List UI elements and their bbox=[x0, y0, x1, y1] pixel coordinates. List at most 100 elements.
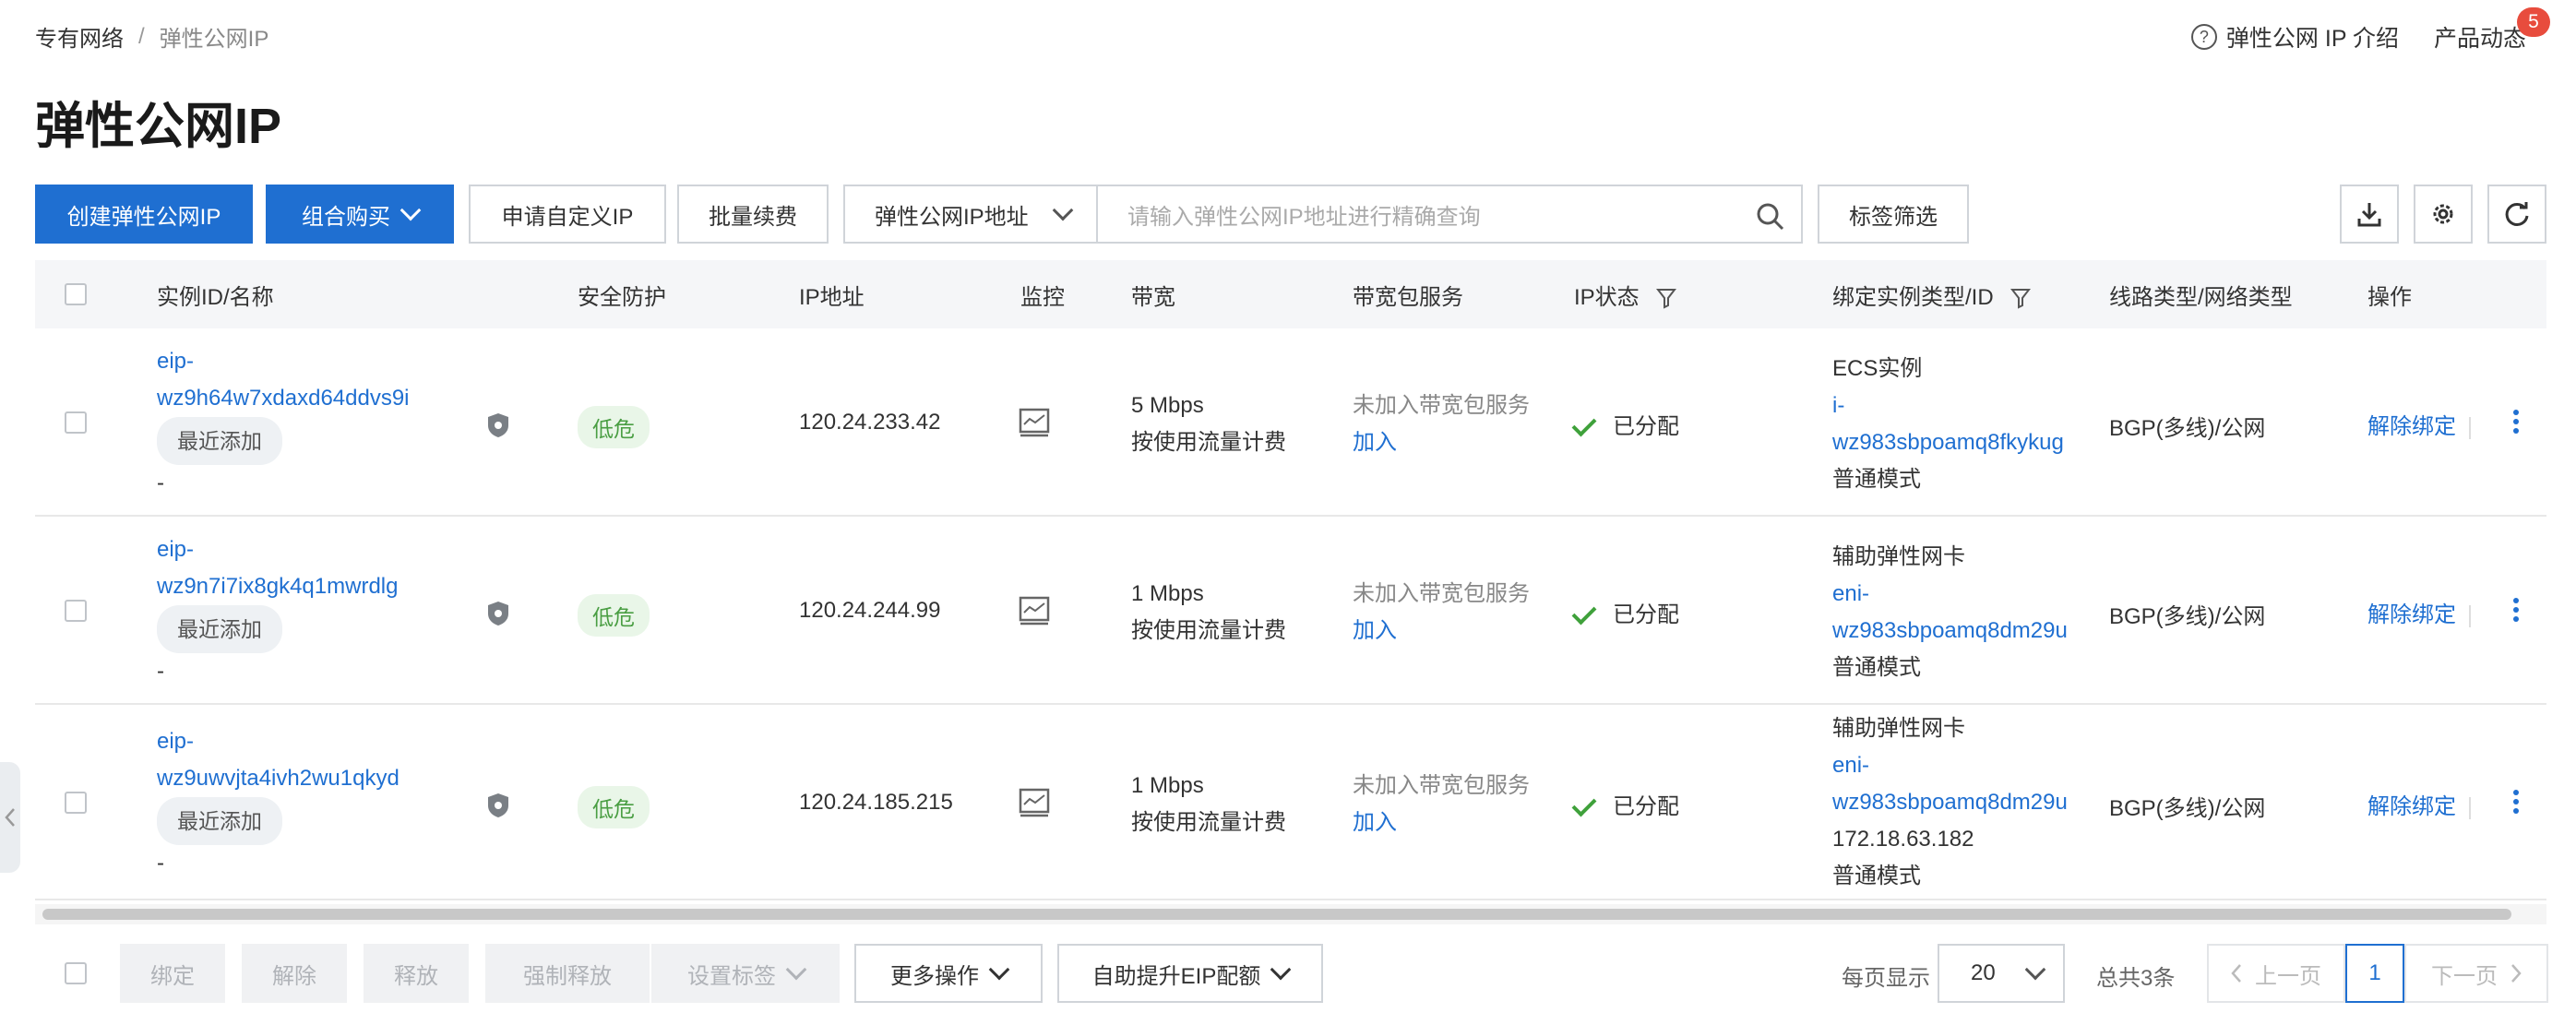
check-icon bbox=[1571, 792, 1597, 817]
eip-id-link[interactable]: eip-wz9uwvjta4ivh2wu1qkyd bbox=[157, 723, 526, 797]
table-header: 实例ID/名称 安全防护 IP地址 监控 带宽 带宽包服务 IP状态 绑定实例类… bbox=[35, 260, 2546, 328]
eip-id-prefix: eip- bbox=[157, 729, 195, 754]
eip-id-suffix: wz9n7i7ix8gk4q1mwrdlg bbox=[157, 574, 399, 599]
set-tags-button[interactable]: 设置标签 bbox=[651, 944, 840, 1003]
set-tags-label: 设置标签 bbox=[687, 963, 776, 989]
create-eip-button[interactable]: 创建弹性公网IP bbox=[35, 185, 253, 244]
force-release-button[interactable]: 强制释放 bbox=[485, 944, 650, 1003]
shield-icon[interactable] bbox=[485, 411, 511, 439]
custom-ip-button[interactable]: 申请自定义IP bbox=[469, 185, 666, 244]
col-bandwidth-package: 带宽包服务 bbox=[1353, 284, 1463, 310]
product-news-link[interactable]: 产品动态 5 bbox=[2434, 7, 2550, 54]
col-bound-instance[interactable]: 绑定实例类型/ID bbox=[1832, 279, 2032, 311]
unbind-link[interactable]: 解除绑定 bbox=[2367, 414, 2456, 439]
download-button[interactable] bbox=[2340, 185, 2399, 244]
line-type: BGP(多线)/公网 bbox=[2109, 604, 2266, 629]
risk-badge: 低危 bbox=[578, 406, 650, 448]
breadcrumb-parent[interactable]: 专有网络 bbox=[35, 20, 124, 53]
more-vertical-icon[interactable] bbox=[2513, 790, 2519, 814]
more-vertical-icon[interactable] bbox=[2513, 598, 2519, 622]
help-link[interactable]: ? 弹性公网 IP 介绍 bbox=[2190, 20, 2399, 54]
bandwidth-value: 5 Mbps bbox=[1131, 393, 1204, 418]
col-line-type: 线路类型/网络类型 bbox=[2109, 284, 2293, 310]
instance-mode: 普通模式 bbox=[1832, 655, 1921, 680]
search-field-select[interactable]: 弹性公网IP地址 bbox=[843, 185, 1098, 244]
page-1-button[interactable]: 1 bbox=[2345, 944, 2404, 1003]
chevron-right-icon bbox=[2511, 964, 2522, 983]
breadcrumb: 专有网络 / 弹性公网IP bbox=[35, 20, 268, 53]
select-all-checkbox[interactable] bbox=[65, 283, 87, 305]
more-operations-label: 更多操作 bbox=[890, 963, 979, 989]
recent-tag: 最近添加 bbox=[157, 417, 282, 465]
table-row: eip-wz9uwvjta4ivh2wu1qkyd 最近添加 - 低危 120.… bbox=[35, 705, 2546, 900]
eip-id-link[interactable]: eip-wz9n7i7ix8gk4q1mwrdlg bbox=[157, 531, 526, 605]
action-separator bbox=[2469, 604, 2471, 627]
chevron-down-icon bbox=[1052, 199, 1074, 221]
increase-quota-button[interactable]: 自助提升EIP配额 bbox=[1057, 944, 1323, 1003]
more-vertical-icon[interactable] bbox=[2513, 410, 2519, 434]
line-type: BGP(多线)/公网 bbox=[2109, 416, 2266, 441]
col-ip-status[interactable]: IP状态 bbox=[1574, 279, 1677, 311]
col-bound-instance-label: 绑定实例类型/ID bbox=[1832, 284, 1994, 310]
table-row: eip-wz9h64w7xdaxd64ddvs9i 最近添加 - 低危 120.… bbox=[35, 328, 2546, 517]
monitor-icon[interactable] bbox=[1019, 408, 1050, 437]
side-collapse-tab[interactable] bbox=[0, 762, 20, 873]
instance-id-link[interactable]: i-wz983sbpoamq8fkykug bbox=[1832, 387, 2081, 461]
unbind-link[interactable]: 解除绑定 bbox=[2367, 794, 2456, 819]
join-package-link[interactable]: 加入 bbox=[1353, 613, 1530, 650]
ip-address: 120.24.233.42 bbox=[799, 410, 941, 435]
eip-name: - bbox=[157, 851, 164, 876]
instance-id-link[interactable]: eni-wz983sbpoamq8dm29u bbox=[1832, 747, 2081, 821]
page-title: 弹性公网IP bbox=[35, 99, 282, 154]
row-checkbox[interactable] bbox=[65, 600, 87, 622]
instance-id-link[interactable]: eni-wz983sbpoamq8dm29u bbox=[1832, 576, 2081, 650]
prev-page-button[interactable]: 上一页 bbox=[2207, 944, 2345, 1003]
page-size-select[interactable]: 20 bbox=[1938, 944, 2065, 1003]
release-button[interactable]: 释放 bbox=[364, 944, 469, 1003]
download-icon bbox=[2357, 203, 2381, 227]
chevron-down-icon bbox=[1270, 959, 1292, 981]
eip-name: - bbox=[157, 659, 164, 684]
instance-id-suffix: wz983sbpoamq8dm29u bbox=[1832, 790, 2068, 815]
instance-id-prefix: eni- bbox=[1832, 581, 1870, 606]
bind-label: 绑定 bbox=[150, 963, 195, 989]
row-actions: 解除绑定 bbox=[2367, 596, 2471, 628]
unbind-button[interactable]: 解除 bbox=[242, 944, 347, 1003]
combo-purchase-button[interactable]: 组合购买 bbox=[266, 185, 454, 244]
instance-mode: 普通模式 bbox=[1832, 864, 1921, 888]
join-package-link[interactable]: 加入 bbox=[1353, 424, 1530, 461]
row-checkbox[interactable] bbox=[65, 792, 87, 814]
package-status: 未加入带宽包服务 bbox=[1353, 581, 1530, 606]
refresh-button[interactable] bbox=[2487, 185, 2546, 244]
search-icon[interactable] bbox=[1755, 201, 1784, 231]
shield-icon[interactable] bbox=[485, 600, 511, 627]
tag-filter-button[interactable]: 标签筛选 bbox=[1818, 185, 1969, 244]
next-page-button[interactable]: 下一页 bbox=[2404, 944, 2548, 1003]
unbind-link[interactable]: 解除绑定 bbox=[2367, 602, 2456, 627]
monitor-icon[interactable] bbox=[1019, 788, 1050, 817]
settings-button[interactable] bbox=[2414, 185, 2473, 244]
instance-id-suffix: wz983sbpoamq8fkykug bbox=[1832, 430, 2064, 455]
filter-icon[interactable] bbox=[2010, 287, 2032, 309]
eip-id-link[interactable]: eip-wz9h64w7xdaxd64ddvs9i bbox=[157, 343, 526, 417]
instance-id-prefix: i- bbox=[1832, 393, 1845, 418]
row-checkbox[interactable] bbox=[65, 411, 87, 434]
custom-ip-label: 申请自定义IP bbox=[501, 204, 634, 230]
batch-renew-button[interactable]: 批量续费 bbox=[677, 185, 829, 244]
eip-id-prefix: eip- bbox=[157, 537, 195, 562]
bind-button[interactable]: 绑定 bbox=[120, 944, 225, 1003]
shield-icon[interactable] bbox=[485, 792, 511, 819]
search-placeholder: 请输入弹性公网IP地址进行精确查询 bbox=[1127, 204, 1481, 230]
check-icon bbox=[1571, 411, 1597, 437]
scrollbar-thumb[interactable] bbox=[42, 909, 2511, 920]
more-operations-button[interactable]: 更多操作 bbox=[854, 944, 1043, 1003]
billing-type: 按使用流量计费 bbox=[1131, 430, 1286, 455]
search-input[interactable]: 请输入弹性公网IP地址进行精确查询 bbox=[1098, 185, 1803, 244]
ip-address: 120.24.185.215 bbox=[799, 790, 953, 815]
join-package-link[interactable]: 加入 bbox=[1353, 804, 1530, 841]
footer-select-all-checkbox[interactable] bbox=[65, 962, 87, 984]
horizontal-scrollbar[interactable] bbox=[35, 904, 2546, 924]
monitor-icon[interactable] bbox=[1019, 596, 1050, 626]
batch-renew-label: 批量续费 bbox=[709, 204, 797, 230]
filter-icon[interactable] bbox=[1656, 287, 1677, 309]
